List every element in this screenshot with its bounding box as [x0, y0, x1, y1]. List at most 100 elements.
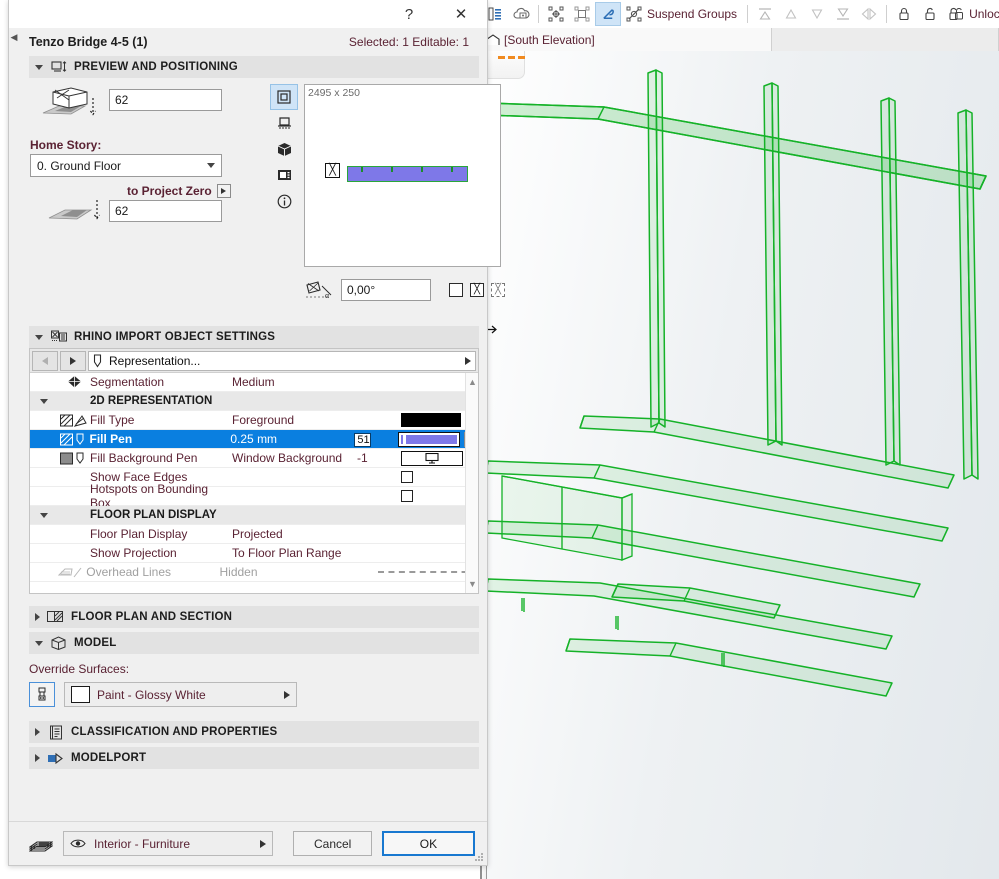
dialog-titlebar: ? ✕ — [9, 0, 487, 28]
table-row-group[interactable]: 2D REPRESENTATION — [30, 392, 478, 411]
mirror-none-button[interactable] — [449, 283, 463, 297]
section-rhino-import[interactable]: RHINO IMPORT OBJECT SETTINGS — [29, 326, 479, 348]
preview-mode-info[interactable] — [270, 188, 298, 214]
surface-material-select[interactable]: Paint - Glossy White — [64, 682, 297, 707]
collapse-left-arrow-icon[interactable]: ◀ — [9, 30, 19, 44]
row-value: To Floor Plan Range — [232, 546, 342, 560]
section-model[interactable]: MODEL — [29, 632, 479, 654]
cloud-info-icon[interactable] — [508, 2, 534, 26]
window-background-swatch[interactable] — [401, 450, 463, 466]
preview-canvas[interactable]: 2495 x 250 ╳ — [304, 84, 501, 267]
fill-pen-number-input[interactable]: 51 — [354, 432, 371, 447]
hotspots-bounding-box-checkbox[interactable] — [401, 490, 413, 502]
classification-icon — [47, 724, 64, 740]
preview-mode-column — [270, 84, 298, 214]
chevron-down-icon[interactable] — [30, 512, 58, 518]
elevation-bottom-field[interactable]: 62 — [109, 200, 222, 222]
main-toolbar: Suspend Groups Unloc — [480, 0, 999, 28]
table-row-group[interactable]: FLOOR PLAN DISPLAY — [30, 506, 478, 525]
chevron-down-icon[interactable] — [35, 64, 43, 70]
elevation-top-field[interactable]: 62 — [109, 89, 222, 111]
home-story-select[interactable]: 0. Ground Floor — [30, 154, 222, 177]
table-row[interactable]: Floor Plan Display Projected — [30, 525, 478, 544]
dialog-header: Tenzo Bridge 4-5 (1) Selected: 1 Editabl… — [9, 28, 487, 56]
rotation-angle-icon: α — [304, 280, 334, 300]
ok-button[interactable]: OK — [381, 831, 476, 856]
unlock-all-icon[interactable] — [943, 2, 969, 26]
section-title: FLOOR PLAN AND SECTION — [71, 611, 233, 623]
preview-mode-3d[interactable] — [270, 136, 298, 162]
lock-icon[interactable] — [891, 2, 917, 26]
suspend-groups-label[interactable]: Suspend Groups — [647, 7, 743, 21]
chevron-right-icon[interactable] — [35, 728, 40, 736]
mirror-x-button[interactable]: ╳ — [470, 283, 484, 297]
order-default-icon[interactable] — [856, 2, 882, 26]
section-preview-and-positioning[interactable]: PREVIEW AND POSITIONING — [29, 56, 479, 78]
table-row[interactable]: Fill Background Pen Window Background -1 — [30, 449, 478, 468]
edit-group-icon[interactable] — [595, 2, 621, 26]
settings-scrollbar[interactable]: ▲ ▼ — [465, 373, 478, 593]
chevron-right-icon[interactable] — [260, 839, 267, 848]
chevron-down-icon[interactable] — [35, 334, 43, 340]
section-modelport[interactable]: MODELPORT — [29, 747, 479, 769]
to-project-zero-menu-button[interactable] — [216, 184, 231, 198]
group-icon[interactable] — [543, 2, 569, 26]
ungroup-icon[interactable] — [569, 2, 595, 26]
cancel-button[interactable]: Cancel — [293, 831, 372, 856]
chevron-right-icon[interactable] — [35, 613, 40, 621]
unlock-all-label[interactable]: Unlock All — [969, 7, 999, 21]
model-viewport[interactable]: .sf { fill:#18b82c; fill-opacity:0.11; s… — [480, 51, 999, 879]
mirror-dashed-button[interactable]: ╳ — [491, 283, 505, 297]
row-number-editor[interactable]: 51 — [354, 432, 398, 447]
preview-mode-plan[interactable] — [270, 110, 298, 136]
help-button[interactable]: ? — [387, 0, 431, 28]
fill-type-color-swatch[interactable] — [401, 413, 461, 427]
section-classification-and-properties[interactable]: CLASSIFICATION AND PROPERTIES — [29, 721, 479, 743]
chevron-down-icon[interactable] — [35, 640, 43, 646]
scroll-down-arrow-icon[interactable]: ▼ — [466, 577, 478, 591]
unlock-icon[interactable] — [917, 2, 943, 26]
chevron-right-icon[interactable] — [35, 754, 40, 762]
layer-name: Interior - Furniture — [94, 836, 191, 851]
preview-mode-2d-symbol[interactable] — [270, 84, 298, 110]
table-row[interactable]: Segmentation Medium — [30, 373, 478, 392]
paintbrush-icon[interactable] — [29, 682, 55, 707]
chevron-right-icon[interactable] — [284, 690, 290, 699]
close-button[interactable]: ✕ — [439, 0, 483, 28]
rotation-angle-field[interactable]: 0,00° — [341, 279, 431, 301]
row-value: Projected — [232, 527, 283, 541]
preview-area: 2495 x 250 ╳ α 0,00° ╳ ╳ — [265, 78, 509, 326]
chevron-down-icon[interactable] — [30, 398, 58, 404]
table-row[interactable]: Fill Type Foreground — [30, 411, 478, 430]
scroll-up-arrow-icon[interactable]: ▲ — [466, 375, 478, 389]
fill-bg-pen-icon — [58, 452, 90, 465]
section-floor-plan-and-section[interactable]: FLOOR PLAN AND SECTION — [29, 606, 479, 628]
send-backward-icon[interactable] — [804, 2, 830, 26]
send-to-back-icon[interactable] — [830, 2, 856, 26]
to-project-zero-row[interactable]: to Project Zero — [127, 184, 231, 198]
pen-tick — [401, 434, 403, 444]
model-section-body: Override Surfaces: Paint - Glossy White — [29, 654, 479, 707]
representation-selector[interactable]: Representation... — [88, 350, 476, 371]
show-face-edges-checkbox[interactable] — [401, 471, 413, 483]
nav-back-button[interactable] — [32, 350, 58, 371]
table-row-selected[interactable]: Fill Pen 0.25 mm 51 — [30, 430, 478, 449]
table-row[interactable]: Show Projection To Floor Plan Range — [30, 544, 478, 563]
tab-south-elevation[interactable]: [South Elevation] — [480, 28, 772, 51]
preview-anchor-hotspot[interactable]: ╳ — [325, 163, 340, 178]
resize-grip[interactable] — [475, 853, 484, 862]
nav-forward-button[interactable] — [60, 350, 86, 371]
shelving-wireframe-3d: .sf { fill:#18b82c; fill-opacity:0.11; s… — [485, 69, 987, 697]
preview-mode-section[interactable] — [270, 162, 298, 188]
layer-select[interactable]: Interior - Furniture — [63, 831, 274, 856]
fill-pen-color-swatch[interactable] — [398, 431, 460, 447]
table-row[interactable]: Hotspots on Bounding Box — [30, 482, 478, 510]
eye-icon[interactable] — [70, 838, 86, 849]
tab-empty[interactable] — [772, 28, 999, 51]
section-title: MODELPORT — [71, 752, 147, 764]
bring-to-front-icon[interactable] — [752, 2, 778, 26]
bring-forward-icon[interactable] — [778, 2, 804, 26]
nav-end-arrow-icon[interactable] — [465, 356, 471, 365]
suspend-groups-icon[interactable] — [621, 2, 647, 26]
fill-type-icon — [58, 414, 90, 427]
